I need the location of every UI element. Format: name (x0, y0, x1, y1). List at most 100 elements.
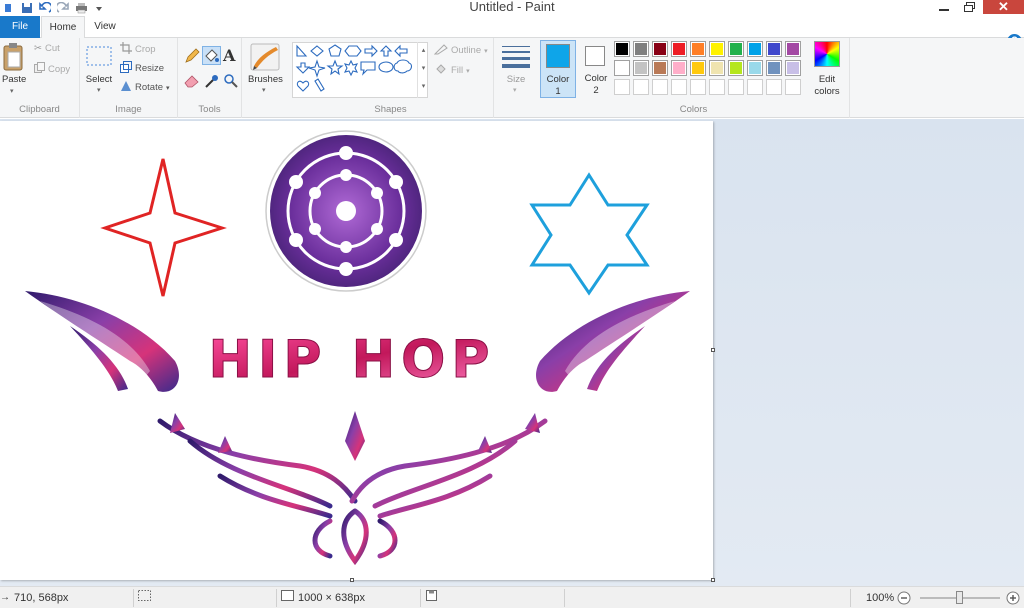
size-label: Size (506, 74, 526, 85)
paste-dropdown-icon[interactable]: ▾ (10, 87, 14, 95)
copy-button[interactable]: Copy (34, 62, 70, 76)
shapes-gallery[interactable] (292, 42, 428, 98)
palette-color-swatch[interactable] (766, 41, 782, 57)
rainbow-icon (814, 41, 840, 67)
galaxy-orb (265, 130, 427, 292)
tab-view[interactable]: View (87, 16, 123, 38)
cursor-position-icon: → (0, 592, 10, 603)
select-button[interactable]: Select ▾ (84, 44, 114, 94)
resize-button[interactable]: Resize (120, 61, 164, 76)
palette-color-swatch[interactable] (747, 60, 763, 76)
color1-button[interactable]: Color 1 (540, 40, 576, 98)
palette-color-swatch[interactable] (671, 60, 687, 76)
outline-button[interactable]: Outline ▾ (433, 43, 488, 58)
select-icon (86, 46, 112, 66)
size-button[interactable]: Size ▾ (500, 44, 532, 100)
palette-color-swatch[interactable] (728, 60, 744, 76)
palette-color-fill (673, 62, 685, 74)
palette-color-swatch[interactable] (766, 60, 782, 76)
palette-color-swatch[interactable] (690, 60, 706, 76)
maximize-button[interactable] (957, 0, 981, 14)
select-dropdown-icon[interactable]: ▾ (97, 86, 101, 94)
restore-icon (963, 2, 975, 12)
edit-colors-label: Edit (818, 74, 836, 85)
size-group: Size ▾ (494, 38, 538, 118)
size-dropdown-icon[interactable]: ▾ (513, 86, 517, 94)
palette-custom-slot[interactable] (728, 79, 744, 95)
scissors-icon: ✂ (34, 43, 42, 54)
palette-color-fill (787, 62, 799, 74)
color-palette (614, 41, 810, 101)
hip-hop-text: HIP HOP (209, 330, 496, 390)
zoom-slider-thumb[interactable] (956, 591, 963, 604)
palette-color-swatch[interactable] (785, 41, 801, 57)
crop-button[interactable]: Crop (120, 42, 156, 57)
status-bar: → 710, 568px 1000 × 638px 100% (0, 586, 1024, 608)
color2-button[interactable]: Color 2 (579, 40, 613, 98)
palette-color-swatch[interactable] (633, 60, 649, 76)
shapes-group-label: Shapes (374, 104, 407, 115)
palette-color-swatch[interactable] (652, 41, 668, 57)
pencil-icon[interactable] (184, 48, 200, 64)
palette-custom-slot[interactable] (766, 79, 782, 95)
rotate-dropdown-icon[interactable]: ▾ (166, 84, 170, 92)
eraser-icon[interactable] (184, 74, 200, 88)
palette-custom-slot[interactable] (671, 79, 687, 95)
palette-custom-slot[interactable] (709, 79, 725, 95)
paste-button[interactable]: Paste ▾ (2, 42, 26, 95)
paste-icon (3, 43, 23, 71)
line-size-icon (502, 46, 530, 68)
drawing-canvas[interactable]: HIP HOP (0, 121, 713, 580)
palette-color-swatch[interactable] (709, 60, 725, 76)
cut-button[interactable]: ✂ Cut (34, 43, 60, 54)
palette-custom-slot[interactable] (690, 79, 706, 95)
palette-custom-slot[interactable] (747, 79, 763, 95)
palette-color-swatch[interactable] (614, 60, 630, 76)
color2-label: Color (584, 73, 608, 84)
palette-color-fill (616, 62, 628, 74)
zoom-out-button[interactable] (897, 587, 911, 608)
selection-icon (138, 587, 151, 608)
crop-icon (120, 42, 132, 57)
palette-color-swatch[interactable] (747, 41, 763, 57)
palette-color-swatch[interactable] (652, 60, 668, 76)
close-icon: ✕ (998, 0, 1009, 14)
palette-custom-slot[interactable] (614, 79, 630, 95)
palette-color-swatch[interactable] (728, 41, 744, 57)
brushes-button[interactable]: Brushes ▾ (248, 42, 283, 98)
fill-button[interactable]: Fill ▾ (434, 63, 470, 78)
color-picker-icon[interactable] (204, 73, 220, 89)
rotate-button[interactable]: Rotate ▾ (120, 80, 170, 95)
magnifier-icon[interactable] (223, 73, 239, 89)
palette-color-fill (749, 43, 761, 55)
palette-color-swatch[interactable] (614, 41, 630, 57)
tab-home[interactable]: Home (41, 16, 85, 39)
palette-color-swatch[interactable] (709, 41, 725, 57)
close-button[interactable]: ✕ (983, 0, 1024, 14)
zoom-out-icon (897, 591, 911, 605)
minimize-button[interactable] (930, 0, 958, 14)
copy-icon (34, 62, 45, 76)
palette-custom-slot[interactable] (652, 79, 668, 95)
palette-color-swatch[interactable] (633, 41, 649, 57)
palette-color-swatch[interactable] (671, 41, 687, 57)
edit-colors-button[interactable]: Edit colors (811, 41, 843, 99)
canvas-resize-handle-right[interactable] (711, 348, 715, 352)
brushes-dropdown-icon[interactable]: ▾ (262, 86, 266, 94)
text-tool-icon[interactable]: A (223, 46, 235, 65)
clipboard-group-label: Clipboard (19, 104, 60, 115)
palette-color-fill (711, 43, 723, 55)
tab-file[interactable]: File (0, 16, 40, 38)
canvas-resize-handle-bottom[interactable] (350, 578, 354, 582)
palette-custom-slot[interactable] (633, 79, 649, 95)
right-wing (536, 291, 690, 392)
clipboard-group: Paste ▾ ✂ Cut Copy Clipboard (0, 38, 80, 118)
fill-bucket-icon[interactable] (202, 46, 221, 65)
canvas-resize-handle-corner[interactable] (711, 578, 715, 582)
palette-custom-slot[interactable] (785, 79, 801, 95)
shapes-gallery-scroll[interactable]: ▴ ▾ ▾ (417, 42, 429, 98)
disk-icon (426, 587, 437, 608)
palette-color-swatch[interactable] (785, 60, 801, 76)
zoom-in-button[interactable] (1006, 587, 1020, 608)
palette-color-swatch[interactable] (690, 41, 706, 57)
